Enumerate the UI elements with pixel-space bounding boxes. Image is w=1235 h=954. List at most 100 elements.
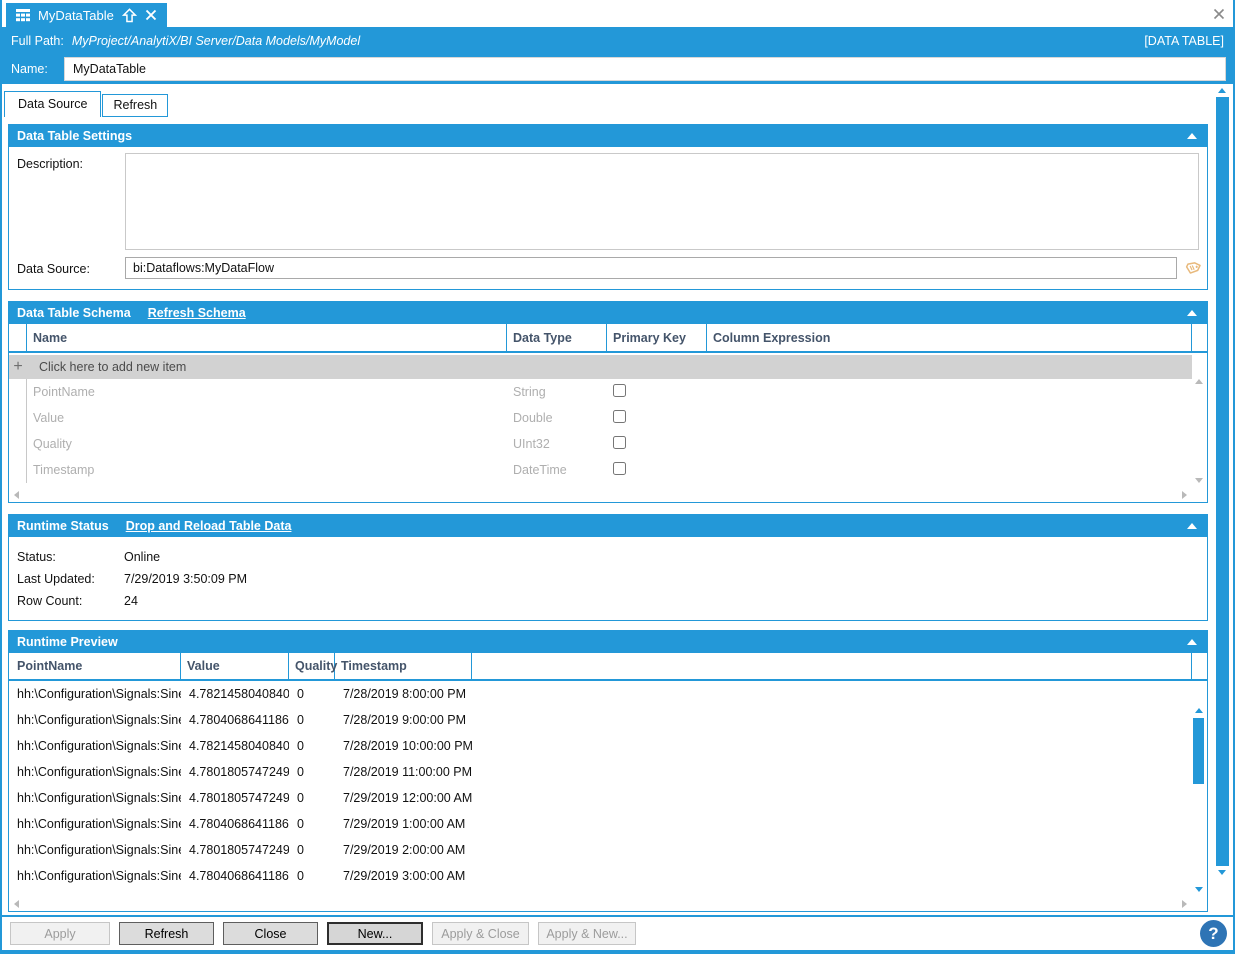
cell-pointname: hh:\Configuration\Signals:Sine <box>9 765 181 779</box>
primary-key-checkbox[interactable] <box>613 384 626 397</box>
cell-value: 4.78040686411867 <box>181 713 289 727</box>
cell-pointname: hh:\Configuration\Signals:Sine <box>9 869 181 883</box>
cell-timestamp: 7/28/2019 11:00:00 PM <box>335 765 472 779</box>
name-input[interactable] <box>64 57 1226 81</box>
cell-pointname: hh:\Configuration\Signals:Sine <box>9 791 181 805</box>
preview-col-timestamp[interactable]: Timestamp <box>335 653 472 679</box>
cell-timestamp: 7/29/2019 3:00:00 AM <box>335 869 472 883</box>
schema-col-primary-key[interactable]: Primary Key <box>607 324 707 351</box>
preview-vertical-scrollbar[interactable] <box>1192 705 1206 895</box>
collapse-icon[interactable] <box>1187 133 1197 139</box>
settings-panel-body: Description: Data Source: <box>9 147 1207 289</box>
scroll-right-icon[interactable] <box>1182 491 1187 499</box>
preview-rows: hh:\Configuration\Signals:Sine 4.7821458… <box>9 681 1192 889</box>
scrollbar-thumb[interactable] <box>1216 97 1229 866</box>
data-table-settings-panel: Data Table Settings Description: Data So… <box>8 124 1208 290</box>
preview-col-quality[interactable]: Quality <box>289 653 335 679</box>
cell-quality: 0 <box>289 817 335 831</box>
data-table-schema-panel: Data Table Schema Refresh Schema Name Da… <box>8 301 1208 503</box>
cell-pointname: hh:\Configuration\Signals:Sine <box>9 739 181 753</box>
cell-value: 4.78018057472499 <box>181 843 289 857</box>
apply-close-button[interactable]: Apply & Close <box>432 922 529 945</box>
runtime-preview-title: Runtime Preview <box>17 635 118 649</box>
scroll-down-icon[interactable] <box>1195 887 1203 892</box>
schema-horizontal-scrollbar[interactable] <box>10 488 1191 501</box>
scroll-left-icon[interactable] <box>14 900 19 908</box>
primary-key-checkbox[interactable] <box>613 462 626 475</box>
cell-value: 4.78018057472499 <box>181 791 289 805</box>
status-row: Last Updated: 7/29/2019 3:50:09 PM <box>17 568 1199 590</box>
schema-row-name: Quality <box>27 437 507 451</box>
tab-strip: Data Source Refresh <box>4 91 168 117</box>
primary-key-checkbox[interactable] <box>613 436 626 449</box>
preview-horizontal-scrollbar[interactable] <box>10 897 1191 910</box>
description-label: Description: <box>17 157 83 171</box>
add-icon: + <box>9 359 27 375</box>
tab-refresh[interactable]: Refresh <box>102 94 168 117</box>
preview-row: hh:\Configuration\Signals:Sine 4.7804068… <box>9 707 1192 733</box>
data-source-input[interactable] <box>125 257 1177 279</box>
refresh-schema-link[interactable]: Refresh Schema <box>148 306 246 320</box>
preview-row: hh:\Configuration\Signals:Sine 4.7821458… <box>9 681 1192 707</box>
cell-timestamp: 7/28/2019 10:00:00 PM <box>335 739 472 753</box>
schema-row[interactable]: Quality UInt32 <box>9 431 1192 457</box>
help-icon[interactable]: ? <box>1200 920 1227 947</box>
cell-value: 4.78214580408407 <box>181 739 289 753</box>
row-count-value: 24 <box>124 594 138 608</box>
schema-row[interactable]: Value Double <box>9 405 1192 431</box>
schema-col-column-expression[interactable]: Column Expression <box>707 324 1192 351</box>
description-textarea[interactable] <box>125 153 1199 250</box>
preview-row: hh:\Configuration\Signals:Sine 4.7801805… <box>9 759 1192 785</box>
scroll-right-icon[interactable] <box>1182 900 1187 908</box>
data-table-editor-window: MyDataTable Full Path: MyProject/Analyti… <box>0 0 1235 954</box>
tag-browse-icon[interactable] <box>1181 257 1203 279</box>
tab-data-source[interactable]: Data Source <box>4 91 101 117</box>
cell-quality: 0 <box>289 843 335 857</box>
cell-timestamp: 7/28/2019 8:00:00 PM <box>335 687 472 701</box>
schema-vertical-scrollbar[interactable] <box>1192 376 1206 486</box>
full-path-bar: Full Path: MyProject/AnalytiX/BI Server/… <box>2 27 1233 54</box>
primary-key-checkbox[interactable] <box>613 410 626 423</box>
arrow-up-icon[interactable] <box>122 8 137 23</box>
scroll-up-icon[interactable] <box>1195 379 1203 384</box>
scroll-down-icon[interactable] <box>1195 478 1203 483</box>
status-label: Status: <box>17 550 124 564</box>
cell-pointname: hh:\Configuration\Signals:Sine <box>9 843 181 857</box>
schema-row[interactable]: Timestamp DateTime <box>9 457 1192 483</box>
window-close-icon[interactable] <box>1211 6 1227 22</box>
page-vertical-scrollbar[interactable] <box>1215 88 1230 875</box>
document-tab[interactable]: MyDataTable <box>6 3 167 27</box>
title-tab-strip: MyDataTable <box>2 0 1233 27</box>
schema-row-name: PointName <box>27 385 507 399</box>
scroll-up-icon[interactable] <box>1218 88 1226 93</box>
close-button[interactable]: Close <box>223 922 318 945</box>
last-updated-value: 7/29/2019 3:50:09 PM <box>124 572 247 586</box>
cell-quality: 0 <box>289 687 335 701</box>
scroll-left-icon[interactable] <box>14 491 19 499</box>
schema-col-data-type[interactable]: Data Type <box>507 324 607 351</box>
drop-reload-link[interactable]: Drop and Reload Table Data <box>126 519 292 533</box>
apply-button[interactable]: Apply <box>10 922 110 945</box>
add-new-item-row[interactable]: + Click here to add new item <box>9 355 1192 379</box>
scroll-up-icon[interactable] <box>1195 708 1203 713</box>
cell-value: 4.78018057472499 <box>181 765 289 779</box>
preview-col-value[interactable]: Value <box>181 653 289 679</box>
schema-row[interactable]: PointName String <box>9 379 1192 405</box>
collapse-icon[interactable] <box>1187 523 1197 529</box>
add-new-item-label: Click here to add new item <box>39 360 186 374</box>
scrollbar-thumb[interactable] <box>1193 718 1204 784</box>
scroll-down-icon[interactable] <box>1218 870 1226 875</box>
new-button[interactable]: New... <box>327 922 423 945</box>
preview-col-pointname[interactable]: PointName <box>9 653 181 679</box>
tab-close-icon[interactable] <box>145 9 157 21</box>
cell-value: 4.78214580408407 <box>181 687 289 701</box>
collapse-icon[interactable] <box>1187 310 1197 316</box>
collapse-icon[interactable] <box>1187 639 1197 645</box>
status-row: Status: Online <box>17 546 1199 568</box>
preview-row: hh:\Configuration\Signals:Sine 4.7804068… <box>9 863 1192 889</box>
full-path-label: Full Path: <box>11 34 64 48</box>
refresh-button[interactable]: Refresh <box>119 922 214 945</box>
cell-quality: 0 <box>289 739 335 753</box>
schema-col-name[interactable]: Name <box>27 324 507 351</box>
apply-new-button[interactable]: Apply & New... <box>538 922 636 945</box>
